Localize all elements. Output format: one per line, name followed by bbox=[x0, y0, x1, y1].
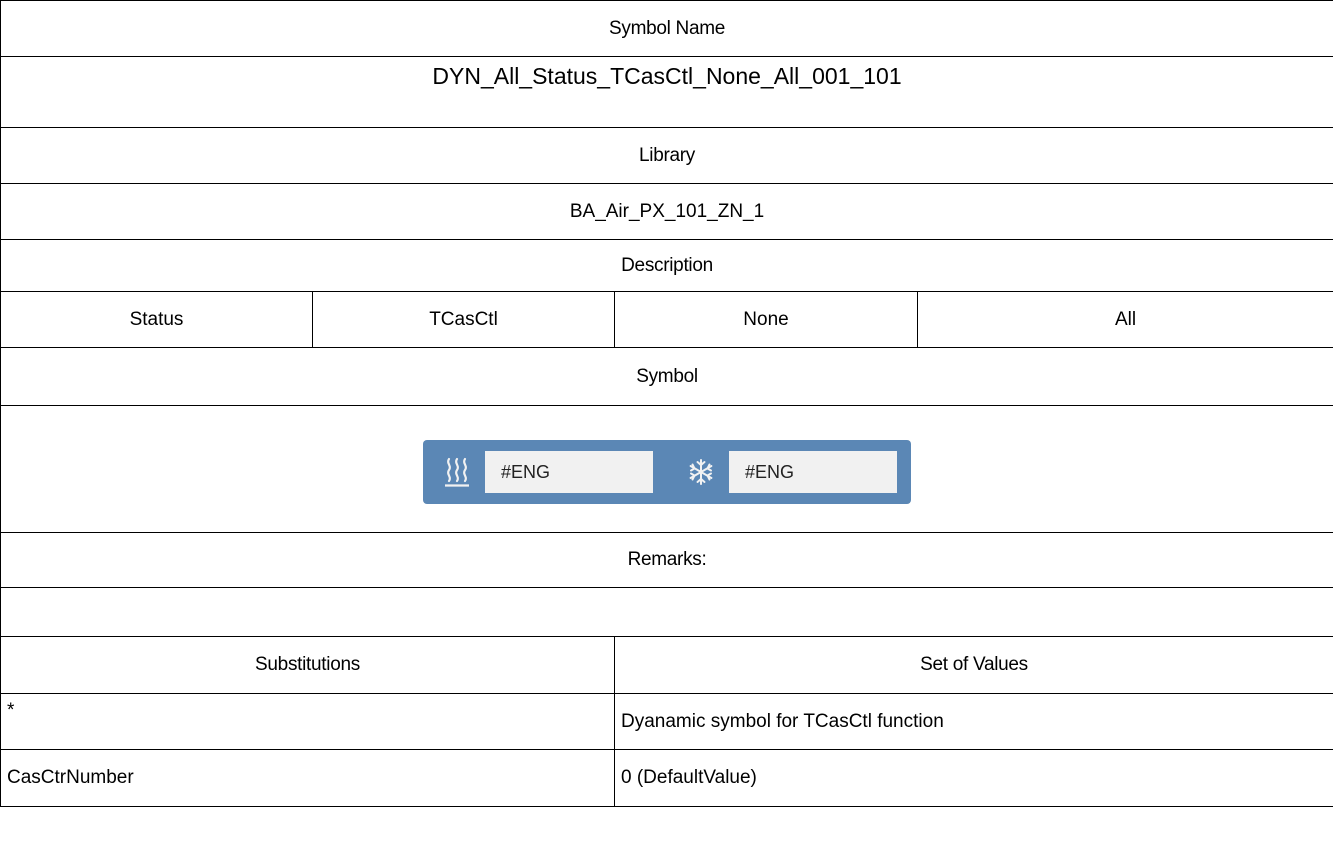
remarks-header: Remarks: bbox=[0, 532, 1333, 588]
symbol-widget: #ENG #ENG bbox=[423, 440, 912, 504]
symbol-name-header: Symbol Name bbox=[0, 0, 1333, 57]
heat-value-field: #ENG bbox=[485, 451, 654, 493]
set-of-values-header: Set of Values bbox=[613, 636, 1333, 694]
substitution-name: * bbox=[0, 693, 615, 750]
description-value-4: All bbox=[916, 291, 1333, 348]
heat-waves-icon bbox=[435, 452, 479, 492]
substitutions-header: Substitutions bbox=[0, 636, 615, 694]
substitution-value: 0 (DefaultValue) bbox=[613, 749, 1333, 807]
symbol-name-value: DYN_All_Status_TCasCtl_None_All_001_101 bbox=[0, 56, 1333, 128]
description-value-2: TCasCtl bbox=[312, 291, 615, 348]
description-value-1: Status bbox=[0, 291, 313, 348]
remarks-value bbox=[0, 587, 1333, 637]
substitution-value: Dyanamic symbol for TCasCtl function bbox=[613, 693, 1333, 750]
symbol-preview-cell: #ENG #ENG bbox=[0, 405, 1333, 533]
library-value: BA_Air_PX_101_ZN_1 bbox=[0, 183, 1333, 240]
library-header: Library bbox=[0, 127, 1333, 184]
cool-value-field: #ENG bbox=[729, 451, 898, 493]
description-header: Description bbox=[0, 239, 1333, 292]
substitution-name: CasCtrNumber bbox=[0, 749, 615, 807]
symbol-header: Symbol bbox=[0, 347, 1333, 406]
symbol-spec-table: Symbol Name DYN_All_Status_TCasCtl_None_… bbox=[0, 0, 1333, 807]
snowflake-icon bbox=[679, 452, 723, 492]
description-value-3: None bbox=[614, 291, 918, 348]
